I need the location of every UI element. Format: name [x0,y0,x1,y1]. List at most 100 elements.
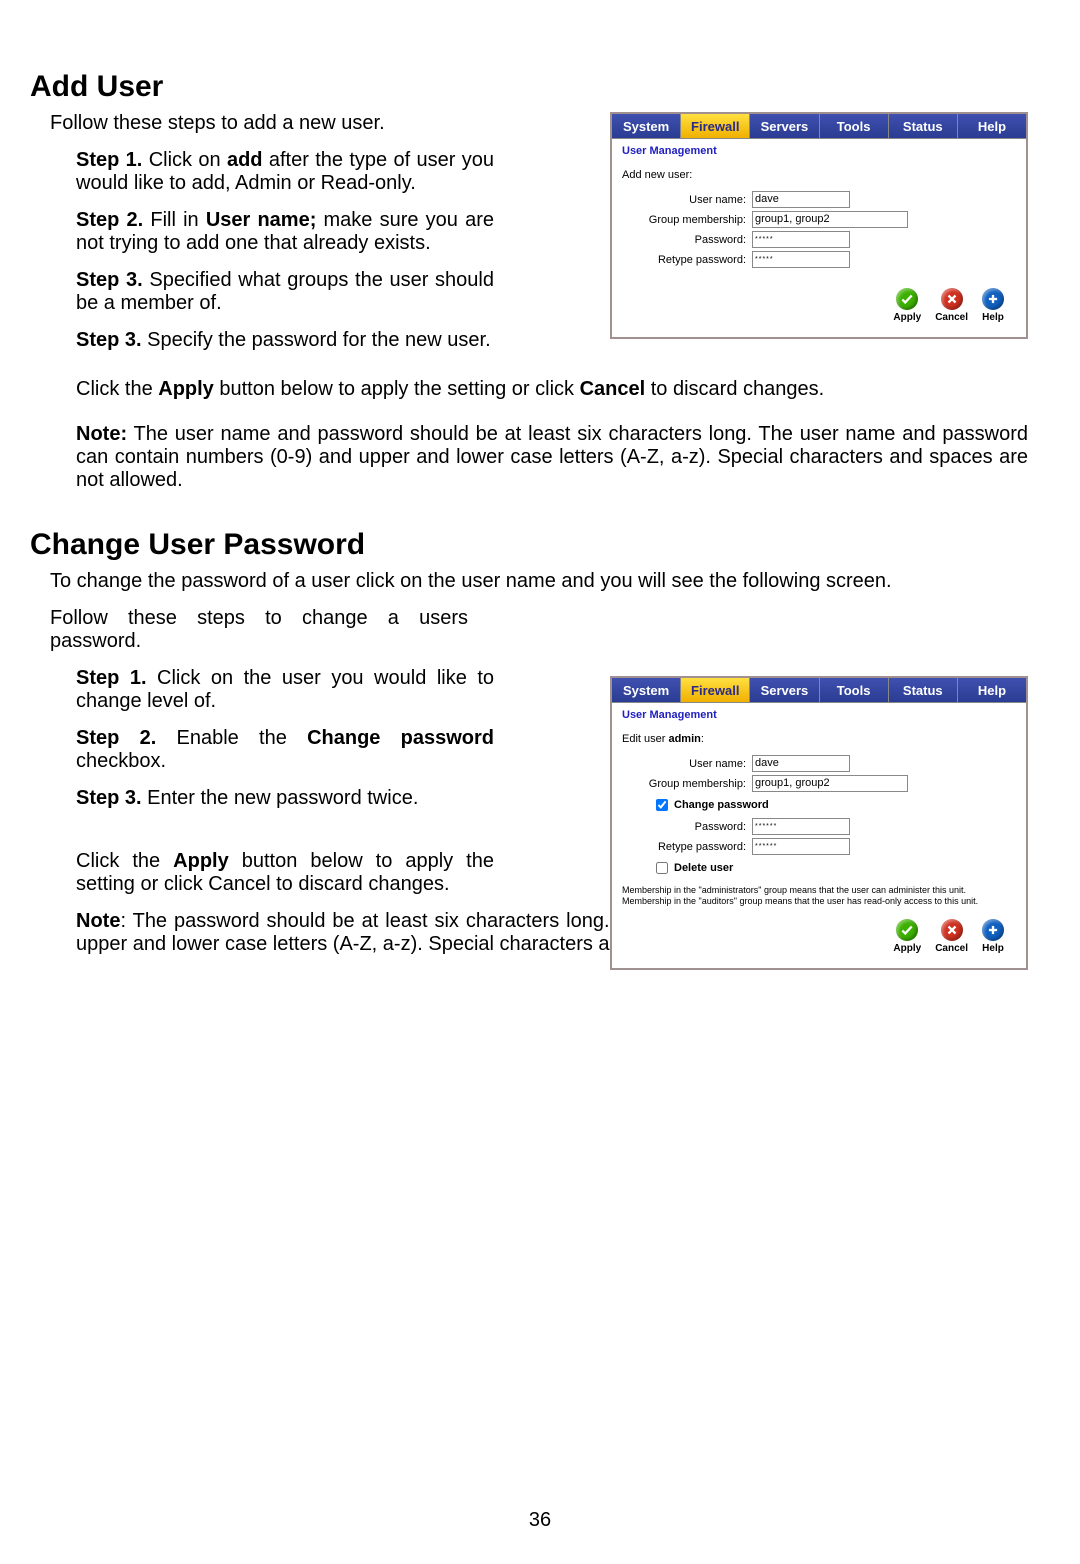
panel-content: User Management Edit user admin: User na… [612,703,1026,968]
help-button[interactable]: Help [982,919,1004,954]
panel-subtitle: Edit user admin: [622,733,1016,745]
label-password: Password: [622,821,752,833]
t: Specify the password for the new user. [142,329,491,351]
change-password-checkbox[interactable] [656,799,668,811]
label-group-membership: Group membership: [622,214,752,226]
tab-system[interactable]: System [612,678,681,702]
row-change-password: Change password [652,796,1016,814]
password-input[interactable]: ****** [752,818,850,835]
t: Click the [76,850,173,872]
row-password: Password: ****** [622,818,1016,835]
change-pw-lead: Follow these steps to change a users pas… [50,607,468,653]
help-label: Help [982,943,1004,954]
bold-change-password: Change password [307,727,494,749]
cancel-label: Cancel [935,943,968,954]
label-group-membership: Group membership: [622,778,752,790]
panel-title: User Management [622,145,1016,157]
step-label: Step 3. [76,787,142,809]
tab-system[interactable]: System [612,114,681,138]
step-label: Step 2. [76,209,143,231]
row-retype-password: Retype password: ***** [622,251,1016,268]
row-retype-password: Retype password: ****** [622,838,1016,855]
panel-content: User Management Add new user: User name:… [612,139,1026,337]
tab-firewall[interactable]: Firewall [681,114,750,138]
membership-note: Membership in the "administrators" group… [622,885,1016,907]
tab-status[interactable]: Status [889,114,958,138]
cancel-button[interactable]: Cancel [935,919,968,954]
t: Enter the new password twice. [142,787,419,809]
heading-add-user: Add User [30,70,1028,104]
t: : [701,733,704,745]
apply-label: Apply [893,312,921,323]
note-label: Note: [76,423,127,445]
cancel-button[interactable]: Cancel [935,288,968,323]
row-user-name: User name: dave [622,755,1016,772]
t: The user name and password should be at … [76,423,1028,491]
help-label: Help [982,312,1004,323]
plus-icon [982,288,1004,310]
screenshot-add-user: System Firewall Servers Tools Status Hel… [610,112,1028,339]
button-row: Apply Cancel Help [622,913,1016,960]
apply-button[interactable]: Apply [893,288,921,323]
t: Fill in [143,209,206,231]
group-membership-input[interactable]: group1, group2 [752,775,908,792]
label-user-name: User name: [622,758,752,770]
row-group-membership: Group membership: group1, group2 [622,775,1016,792]
heading-change-password: Change User Password [30,528,1028,562]
t: Click on [142,149,227,171]
row-user-name: User name: dave [622,191,1016,208]
group-membership-input[interactable]: group1, group2 [752,211,908,228]
change-password-label: Change password [674,799,769,811]
change-pw-step-1: Step 1. Click on the user you would like… [76,667,494,713]
delete-user-label: Delete user [674,862,733,874]
bold-apply: Apply [173,850,229,872]
tab-servers[interactable]: Servers [750,114,819,138]
check-icon [896,919,918,941]
user-name-input[interactable]: dave [752,755,850,772]
step-label: Step 3. [76,269,143,291]
tab-tools[interactable]: Tools [820,678,889,702]
tab-servers[interactable]: Servers [750,678,819,702]
note-line-1: Membership in the "administrators" group… [622,885,1016,896]
button-row: Apply Cancel Help [622,282,1016,329]
x-icon [941,919,963,941]
step-label: Step 1. [76,667,147,689]
tab-help[interactable]: Help [958,678,1026,702]
add-user-step-3a: Step 3. Specified what groups the user s… [76,269,494,315]
check-icon [896,288,918,310]
note-line-2: Membership in the "auditors" group means… [622,896,1016,907]
label-retype-password: Retype password: [622,841,752,853]
screenshot-edit-user: System Firewall Servers Tools Status Hel… [610,676,1028,970]
t: Enable the [156,727,307,749]
user-name-input[interactable]: dave [752,191,850,208]
apply-button[interactable]: Apply [893,919,921,954]
tab-help[interactable]: Help [958,114,1026,138]
step-label: Step 3. [76,329,142,351]
password-input[interactable]: ***** [752,231,850,248]
x-icon [941,288,963,310]
change-pw-step-3: Step 3. Enter the new password twice. [76,787,494,810]
page-number: 36 [0,1509,1080,1532]
add-user-step-2: Step 2. Fill in User name; make sure you… [76,209,494,255]
tab-firewall[interactable]: Firewall [681,678,750,702]
tab-status[interactable]: Status [889,678,958,702]
row-delete-user: Delete user [652,859,1016,877]
step-label: Step 2. [76,727,156,749]
retype-password-input[interactable]: ***** [752,251,850,268]
t: button below to apply the setting or cli… [214,378,580,400]
apply-label: Apply [893,943,921,954]
add-user-note: Note: The user name and password should … [76,423,1028,492]
label-retype-password: Retype password: [622,254,752,266]
help-button[interactable]: Help [982,288,1004,323]
plus-icon [982,919,1004,941]
bold-cancel: Cancel [580,378,646,400]
cancel-label: Cancel [935,312,968,323]
tab-tools[interactable]: Tools [820,114,889,138]
change-pw-intro: To change the password of a user click o… [50,570,1020,593]
add-user-apply-line: Click the Apply button below to apply th… [76,378,1028,401]
retype-password-input[interactable]: ****** [752,838,850,855]
bold-add: add [227,149,263,171]
note-label: Note [76,910,120,932]
panel-title: User Management [622,709,1016,721]
delete-user-checkbox[interactable] [656,862,668,874]
